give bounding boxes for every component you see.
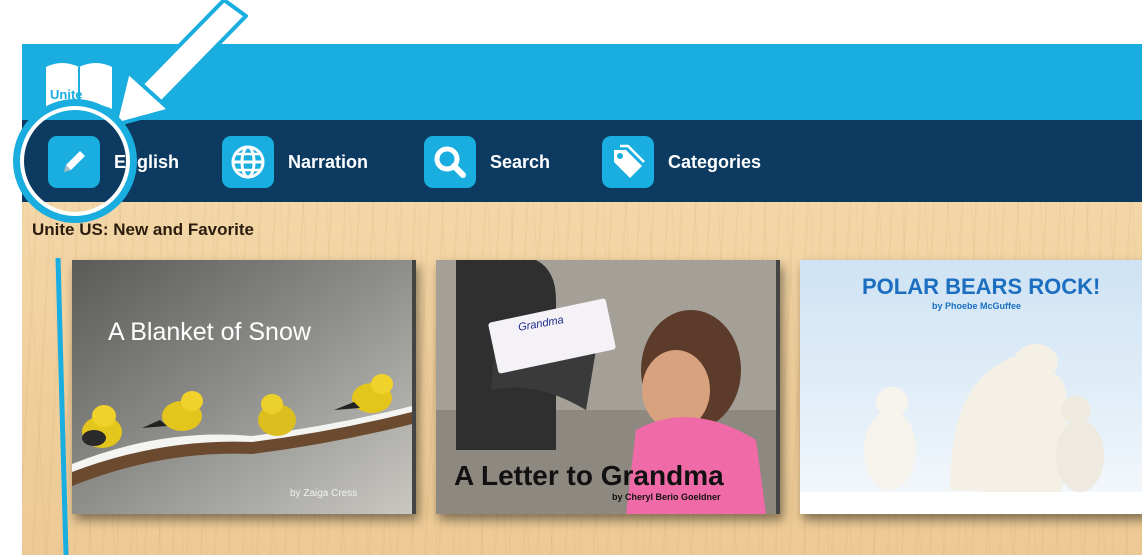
book-logo-icon: [46, 63, 112, 109]
top-bar: Unite: [22, 44, 1142, 120]
book-title: A Letter to Grandma: [454, 460, 724, 491]
pencil-icon: [48, 136, 100, 188]
logo-text: Unite: [50, 87, 83, 102]
unite-logo[interactable]: Unite: [42, 53, 116, 115]
book-author: by Zaiga Cress: [290, 488, 358, 499]
nav-english-label: English: [114, 151, 180, 172]
book-author: by Phoebe McGuffee: [932, 301, 1022, 311]
book-author: by Cheryl Berio Goeldner: [612, 492, 721, 502]
nav-categories-button[interactable]: Categories: [602, 134, 761, 190]
globe-icon: [222, 136, 274, 188]
magnifier-icon: [424, 136, 476, 188]
section-title: Unite US: New and Favorite: [32, 220, 254, 239]
nav-search-button[interactable]: Search: [424, 134, 550, 190]
nav-english-button[interactable]: English: [48, 134, 179, 190]
book-title: A Blanket of Snow: [108, 318, 311, 346]
bookshelf-content: Unite US: New and Favorite A Blanket of …: [22, 202, 1142, 555]
book-title: POLAR BEARS ROCK!: [862, 274, 1101, 299]
nav-categories-label: Categories: [668, 151, 762, 172]
book-cover-image: [72, 260, 412, 514]
tag-icon: [602, 136, 654, 188]
book-card-blanket-of-snow[interactable]: A Blanket of Snow by Zaiga Cress: [72, 260, 416, 514]
nav-narration-button[interactable]: Narration: [222, 134, 368, 190]
app-window: Unite English Narration Search Categorie…: [22, 44, 1142, 555]
nav-narration-label: Narration: [288, 151, 369, 172]
book-card-polar-bears-rock[interactable]: POLAR BEARS ROCK! by Phoebe McGuffee: [800, 260, 1142, 514]
nav-search-label: Search: [490, 151, 551, 172]
book-card-letter-to-grandma[interactable]: Grandma A Letter to Grandma by Cheryl Be…: [436, 260, 780, 514]
nav-bar: English Narration Search Categories: [22, 120, 1142, 202]
